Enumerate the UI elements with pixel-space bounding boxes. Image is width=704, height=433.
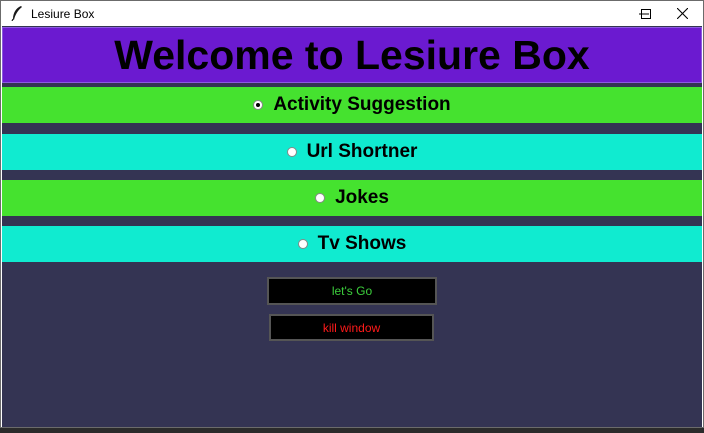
option-label: Activity Suggestion <box>273 94 451 115</box>
option-label: Jokes <box>335 187 389 208</box>
option-tv-shows[interactable]: Tv Shows <box>2 226 702 262</box>
radio-jokes[interactable] <box>315 193 326 203</box>
feather-icon <box>10 5 24 22</box>
option-label: Url Shortner <box>306 141 418 162</box>
option-url-shortner[interactable]: Url Shortner <box>2 134 702 170</box>
welcome-header: Welcome to Lesiure Box <box>2 27 702 83</box>
radio-activity-suggestion[interactable] <box>253 100 264 110</box>
kill-window-button[interactable]: kill window <box>269 314 434 341</box>
app-body: Welcome to Lesiure Box Activity Suggesti… <box>2 26 702 427</box>
lets-go-button[interactable]: let's Go <box>267 277 437 305</box>
option-jokes[interactable]: Jokes <box>2 180 702 216</box>
radio-url-shortner[interactable] <box>286 147 297 157</box>
radio-tv-shows[interactable] <box>297 239 308 249</box>
option-activity-suggestion[interactable]: Activity Suggestion <box>2 87 702 123</box>
title-bar[interactable]: Lesiure Box <box>1 1 703 26</box>
window-title: Lesiure Box <box>31 7 95 21</box>
maximize-icon <box>641 8 651 19</box>
taskbar-strip <box>0 428 704 433</box>
option-label: Tv Shows <box>317 233 407 254</box>
welcome-text: Welcome to Lesiure Box <box>114 31 590 78</box>
close-icon <box>676 8 688 19</box>
app-window: Lesiure Box Welcome to Lesiure Box Activ… <box>0 0 704 428</box>
close-button[interactable] <box>659 1 704 26</box>
